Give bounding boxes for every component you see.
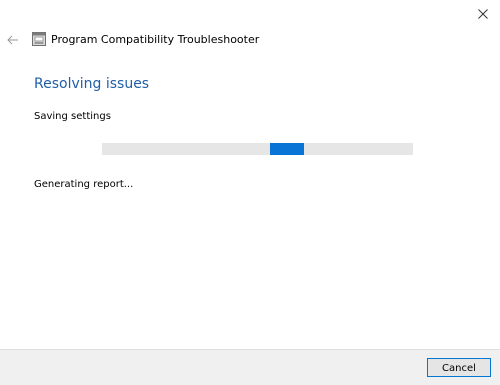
status-text: Saving settings bbox=[34, 111, 111, 122]
footer-bar bbox=[0, 349, 500, 385]
back-arrow-icon bbox=[7, 35, 18, 45]
progress-bar bbox=[102, 143, 413, 155]
progress-indicator bbox=[270, 143, 304, 155]
troubleshooter-window: Program Compatibility Troubleshooter Res… bbox=[0, 0, 500, 385]
header-row: Program Compatibility Troubleshooter bbox=[0, 30, 500, 50]
cancel-button[interactable]: Cancel bbox=[427, 358, 491, 377]
report-status-text: Generating report... bbox=[34, 179, 134, 190]
back-button[interactable] bbox=[4, 30, 22, 50]
close-button[interactable] bbox=[466, 0, 500, 28]
page-title: Resolving issues bbox=[34, 76, 150, 92]
troubleshooter-icon bbox=[32, 32, 46, 46]
close-icon bbox=[478, 9, 488, 19]
window-title: Program Compatibility Troubleshooter bbox=[51, 33, 260, 46]
